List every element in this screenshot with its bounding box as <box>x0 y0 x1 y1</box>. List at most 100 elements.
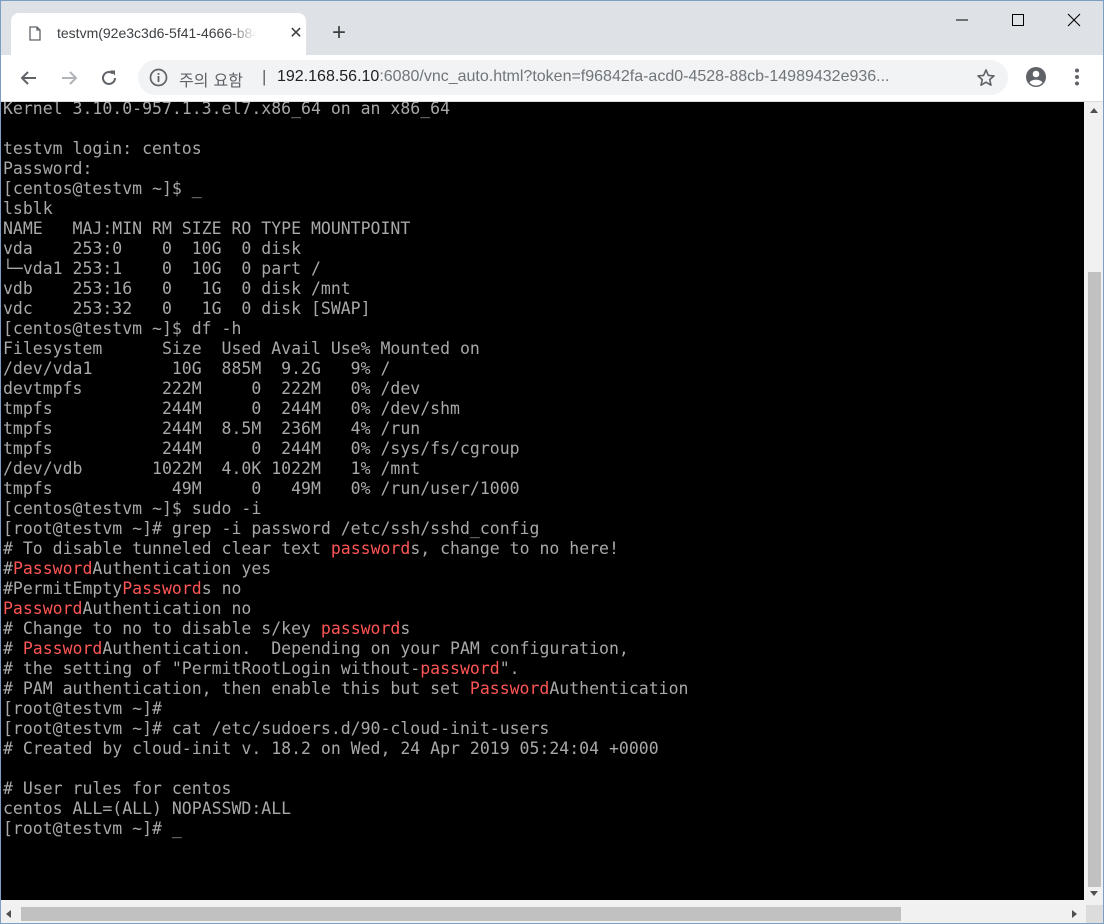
terminal-text: tmpfs 49M 0 49M 0% /run/user/1000 <box>3 479 520 498</box>
terminal-line: [root@testvm ~]# cat /etc/sudoers.d/90-c… <box>3 719 549 738</box>
terminal-text: [root@testvm ~]# <box>3 699 162 718</box>
vnc-console[interactable]: Kernel 3.10.0-957.1.3.el7.x86_64 on an x… <box>1 102 1084 900</box>
grep-match: Password <box>3 599 83 618</box>
grep-match: Password <box>122 579 202 598</box>
terminal-text: # Change to no to disable s/key <box>3 619 321 638</box>
terminal-line: [centos@testvm ~]$ _ <box>3 179 202 198</box>
scrollbar-corner <box>1086 905 1103 923</box>
maximize-icon[interactable] <box>995 5 1041 35</box>
terminal-text: [root@testvm ~]# cat /etc/sudoers.d/90-c… <box>3 719 550 738</box>
security-status[interactable]: 주의 요함 <box>179 67 243 91</box>
terminal-line: # the setting of "PermitRootLogin withou… <box>3 659 520 678</box>
scroll-down-icon[interactable] <box>1090 891 1098 896</box>
close-icon[interactable]: ✕ <box>287 25 305 43</box>
terminal-line: #PermitEmptyPasswords no <box>3 579 241 598</box>
terminal-text: vda 253:0 0 10G 0 disk <box>3 239 302 258</box>
terminal-text: Filesystem Size Used Avail Use% Mounted … <box>3 339 480 358</box>
scroll-right-icon[interactable] <box>1072 910 1077 918</box>
info-icon[interactable] <box>149 68 168 87</box>
browser-window: testvm(92e3c3d6-5f41-4666-b84 ✕ + 주의 요함 … <box>0 0 1104 924</box>
scroll-left-icon[interactable] <box>6 910 11 918</box>
terminal-text: ". <box>499 659 520 678</box>
terminal-line: PasswordAuthentication no <box>3 599 251 618</box>
terminal-line: tmpfs 244M 8.5M 236M 4% /run <box>3 419 420 438</box>
terminal-text: /dev/vdb 1022M 4.0K 1022M 1% /mnt <box>3 459 421 478</box>
terminal-line: /dev/vda1 10G 885M 9.2G 9% / <box>3 359 390 378</box>
back-arrow-icon[interactable] <box>15 64 43 92</box>
terminal-text: # Created by cloud-init v. 18.2 on Wed, … <box>3 739 659 758</box>
terminal-line: # PAM authentication, then enable this b… <box>3 679 688 698</box>
grep-match: password <box>330 539 411 558</box>
terminal-line: tmpfs 244M 0 244M 0% /dev/shm <box>3 399 460 418</box>
grep-match: Password <box>22 639 103 658</box>
vertical-scrollbar[interactable] <box>1086 102 1103 905</box>
terminal-line: lsblk <box>3 199 53 218</box>
terminal-text: Authentication. Depending on your PAM co… <box>102 639 629 658</box>
url-path: :6080/vnc_auto.html?token=f96842fa-acd0-… <box>379 68 890 85</box>
tab-title: testvm(92e3c3d6-5f41-4666-b84 <box>57 25 257 41</box>
terminal-text: s no <box>201 579 242 598</box>
terminal-line: [root@testvm ~]# <box>3 699 162 718</box>
vertical-scroll-thumb[interactable] <box>1088 272 1101 887</box>
terminal-line: # To disable tunneled clear text passwor… <box>3 539 619 558</box>
minimize-icon[interactable] <box>939 5 985 35</box>
grep-match: Password <box>469 679 550 698</box>
reload-icon[interactable] <box>95 64 123 92</box>
scroll-up-icon[interactable] <box>1090 108 1098 113</box>
page-icon <box>29 26 41 41</box>
horizontal-scrollbar[interactable] <box>1 905 1086 923</box>
account-icon[interactable] <box>1025 66 1047 88</box>
terminal-text: s, change to no here! <box>410 539 619 558</box>
terminal-text: tmpfs 244M 0 244M 0% /sys/fs/cgroup <box>3 439 520 458</box>
terminal-line: [centos@testvm ~]$ df -h <box>3 319 241 338</box>
terminal-text: [centos@testvm ~]$ df -h <box>3 319 242 338</box>
terminal-text: tmpfs 244M 0 244M 0% /dev/shm <box>3 399 460 418</box>
terminal-line: vdc 253:32 0 1G 0 disk [SWAP] <box>3 299 371 318</box>
terminal-line: # Created by cloud-init v. 18.2 on Wed, … <box>3 739 659 758</box>
terminal-line: Password: <box>3 159 92 178</box>
terminal-text: vdb 253:16 0 1G 0 disk /mnt <box>3 279 351 298</box>
terminal-text: └─vda1 253:1 0 10G 0 part / <box>3 259 321 278</box>
grep-match: password <box>320 619 401 638</box>
terminal-line: Kernel 3.10.0-957.1.3.el7.x86_64 on an x… <box>3 102 450 118</box>
terminal-text: centos ALL=(ALL) NOPASSWD:ALL <box>3 799 292 818</box>
terminal-line: #PasswordAuthentication yes <box>3 559 271 578</box>
tab-strip: testvm(92e3c3d6-5f41-4666-b84 ✕ + <box>1 1 1103 55</box>
terminal-text: [root@testvm ~]# _ <box>3 819 182 838</box>
address-bar[interactable]: 주의 요함 | 192.168.56.10:6080/vnc_auto.html… <box>138 60 1008 95</box>
terminal-text: #PermitEmpty <box>3 579 123 598</box>
horizontal-scroll-thumb[interactable] <box>21 907 901 921</box>
terminal-text: Password: <box>3 159 93 178</box>
window-close-icon[interactable] <box>1051 5 1097 35</box>
terminal-text: Authentication no <box>82 599 252 618</box>
terminal-line: # PasswordAuthentication. Depending on y… <box>3 639 629 658</box>
star-icon[interactable] <box>976 68 996 88</box>
terminal-text: [root@testvm ~]# grep -i password /etc/s… <box>3 519 540 538</box>
terminal-text: [centos@testvm ~]$ _ <box>3 179 202 198</box>
terminal-text: # To disable tunneled clear text <box>3 539 331 558</box>
terminal-line: [centos@testvm ~]$ sudo -i <box>3 499 261 518</box>
url-text[interactable]: 192.168.56.10:6080/vnc_auto.html?token=f… <box>277 68 955 86</box>
terminal-text: vdc 253:32 0 1G 0 disk [SWAP] <box>3 299 371 318</box>
terminal-line: NAME MAJ:MIN RM SIZE RO TYPE MOUNTPOINT <box>3 219 410 238</box>
terminal-line: tmpfs 49M 0 49M 0% /run/user/1000 <box>3 479 520 498</box>
terminal-text: # PAM authentication, then enable this b… <box>3 679 470 698</box>
terminal-line: vda 253:0 0 10G 0 disk <box>3 239 301 258</box>
terminal-output: Kernel 3.10.0-957.1.3.el7.x86_64 on an x… <box>3 102 688 839</box>
forward-arrow-icon[interactable] <box>55 64 83 92</box>
terminal-line: testvm login: centos <box>3 139 202 158</box>
plus-icon[interactable]: + <box>327 21 351 45</box>
more-vert-icon[interactable] <box>1067 67 1087 87</box>
terminal-text: # <box>3 639 23 658</box>
terminal-text: # User rules for centos <box>3 779 232 798</box>
terminal-text: # the setting of "PermitRootLogin withou… <box>3 659 421 678</box>
terminal-line: [root@testvm ~]# _ <box>3 819 182 838</box>
terminal-line: centos ALL=(ALL) NOPASSWD:ALL <box>3 799 291 818</box>
terminal-line: tmpfs 244M 0 244M 0% /sys/fs/cgroup <box>3 439 520 458</box>
browser-tab[interactable]: testvm(92e3c3d6-5f41-4666-b84 ✕ <box>11 13 306 55</box>
terminal-line: └─vda1 253:1 0 10G 0 part / <box>3 259 321 278</box>
terminal-text: [centos@testvm ~]$ sudo -i <box>3 499 262 518</box>
terminal-text: devtmpfs 222M 0 222M 0% /dev <box>3 379 421 398</box>
terminal-text: Authentication yes <box>92 559 272 578</box>
terminal-line: vdb 253:16 0 1G 0 disk /mnt <box>3 279 351 298</box>
